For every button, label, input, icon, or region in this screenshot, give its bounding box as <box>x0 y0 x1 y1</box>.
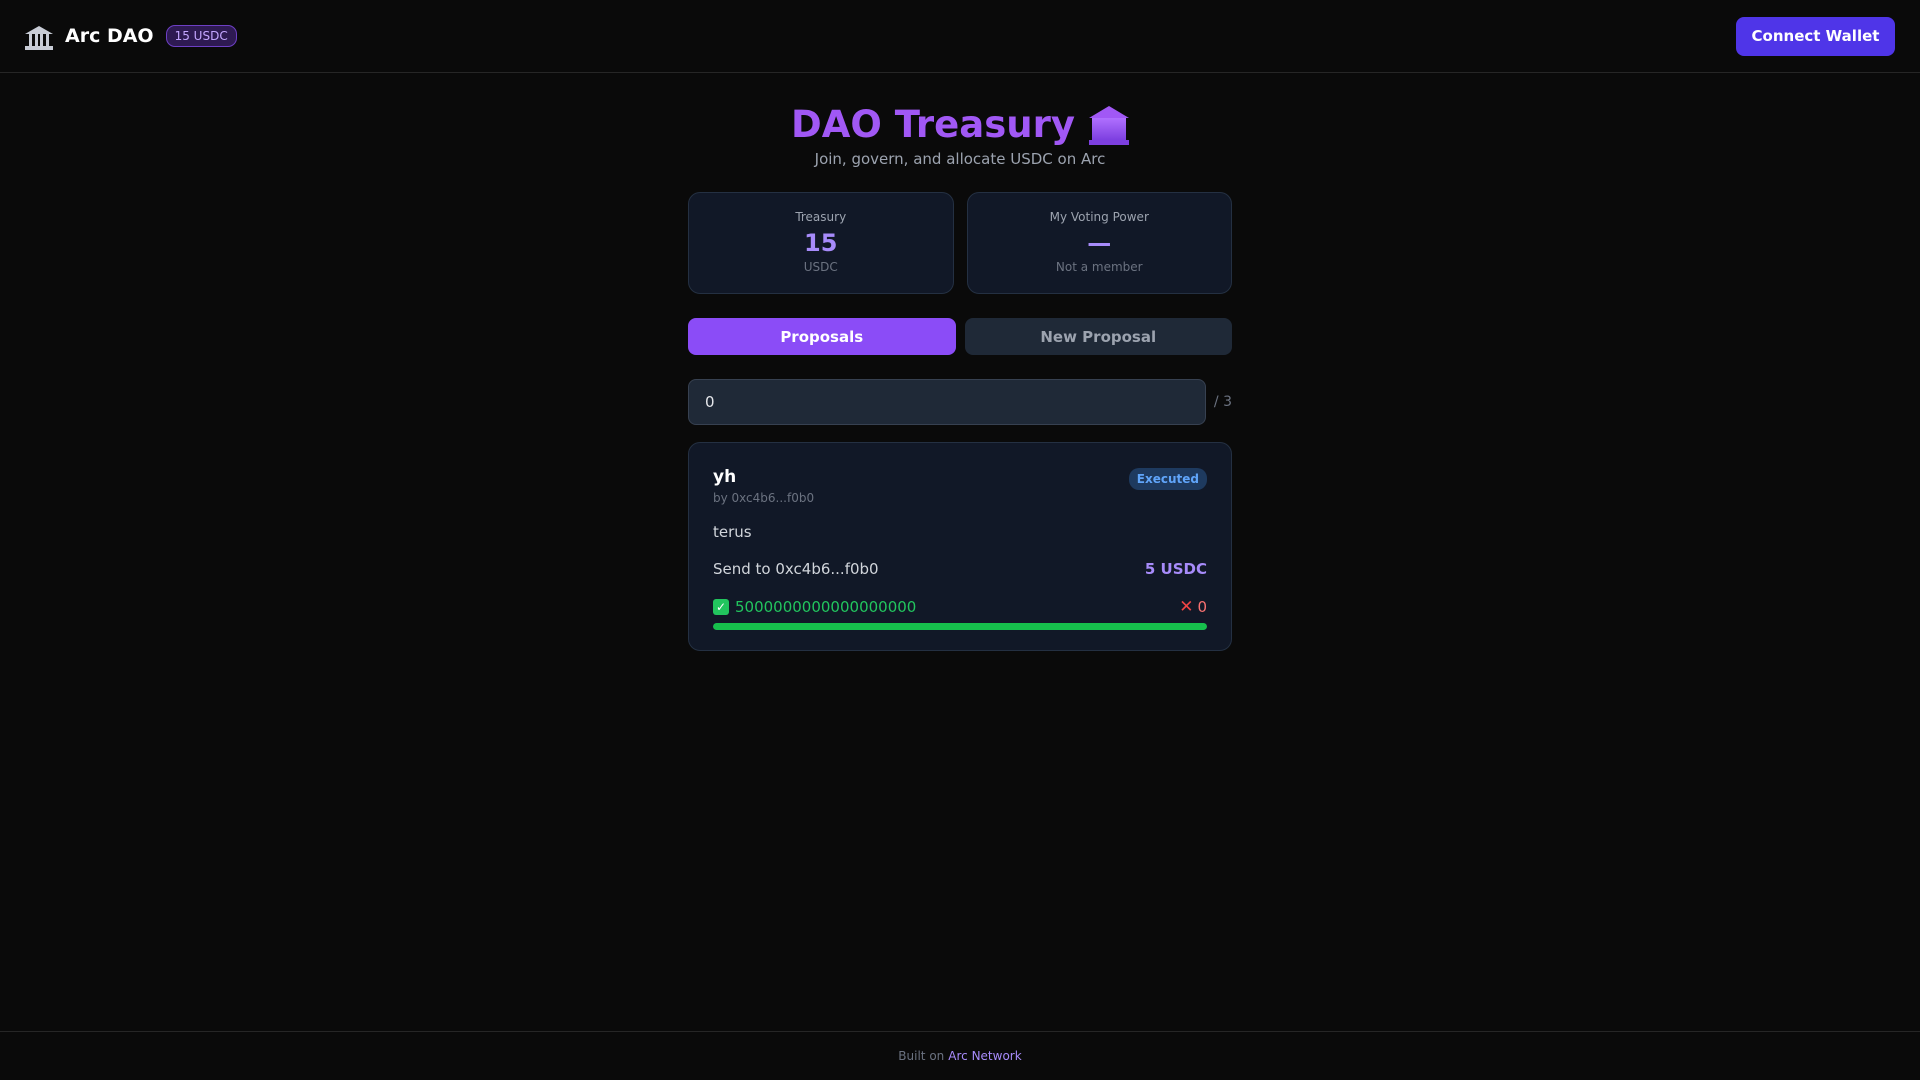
proposal-count: / 3 <box>1213 394 1232 410</box>
bank-building-icon <box>1088 105 1129 145</box>
proposal-id-input[interactable] <box>688 379 1206 425</box>
bank-building-icon <box>25 22 53 50</box>
tab-bar: Proposals New Proposal <box>688 318 1232 355</box>
vote-progress-bar <box>713 623 1207 630</box>
proposal-recipient: Send to 0xc4b6...f0b0 <box>713 560 879 578</box>
voting-power-value: — <box>1087 229 1112 257</box>
tab-new-proposal[interactable]: New Proposal <box>964 318 1232 355</box>
proposal-transfer: Send to 0xc4b6...f0b0 5 USDC <box>713 560 1207 578</box>
vote-progress-fill <box>713 623 1207 630</box>
arc-network-link[interactable]: Arc Network <box>948 1049 1021 1063</box>
brand[interactable]: Arc DAO 15 USDC <box>25 22 237 50</box>
stat-label: My Voting Power <box>1049 210 1149 224</box>
proposal-author: by 0xc4b6...f0b0 <box>713 491 815 505</box>
membership-status: Not a member <box>1055 260 1143 274</box>
stats-row: Treasury 15 USDC My Voting Power — Not a… <box>688 192 1232 294</box>
stat-label: Treasury <box>795 210 847 224</box>
votes-for-count: 5000000000000000000 <box>735 598 917 616</box>
check-icon: ✓ <box>713 599 729 615</box>
proposal-title: yh <box>713 467 737 487</box>
proposal-header: yh by 0xc4b6...f0b0 Executed <box>713 467 1207 505</box>
page-subtitle: Join, govern, and allocate USDC on Arc <box>814 150 1106 168</box>
app-name: Arc DAO <box>65 25 154 47</box>
vote-tally: ✓ 5000000000000000000 ✕ 0 <box>713 597 1207 617</box>
cross-icon: ✕ <box>1179 597 1194 617</box>
main-content: DAO Treasury Join, govern, and allocate … <box>688 73 1232 651</box>
votes-against: ✕ 0 <box>1179 597 1207 617</box>
votes-against-count: 0 <box>1197 598 1207 616</box>
tab-proposals[interactable]: Proposals <box>688 318 956 355</box>
proposal-description: terus <box>713 523 752 541</box>
status-badge: Executed <box>1128 468 1207 490</box>
treasury-balance-badge: 15 USDC <box>165 25 237 47</box>
voting-power-stat-card: My Voting Power — Not a member <box>966 192 1232 294</box>
proposal-id-row: / 3 <box>688 379 1232 425</box>
top-nav: Arc DAO 15 USDC Connect Wallet <box>0 0 1920 73</box>
footer-text: Built on <box>898 1049 945 1063</box>
treasury-stat-card: Treasury 15 USDC <box>688 192 954 294</box>
votes-for: ✓ 5000000000000000000 <box>713 598 916 616</box>
connect-wallet-button[interactable]: Connect Wallet <box>1736 16 1895 56</box>
treasury-value: 15 <box>804 229 838 257</box>
hero: DAO Treasury <box>688 103 1232 146</box>
page-title: DAO Treasury <box>791 103 1075 146</box>
treasury-unit: USDC <box>803 260 838 274</box>
proposal-amount: 5 USDC <box>1144 560 1207 578</box>
proposal-card[interactable]: yh by 0xc4b6...f0b0 Executed terus Send … <box>688 442 1232 651</box>
footer: Built on Arc Network <box>0 1031 1920 1080</box>
